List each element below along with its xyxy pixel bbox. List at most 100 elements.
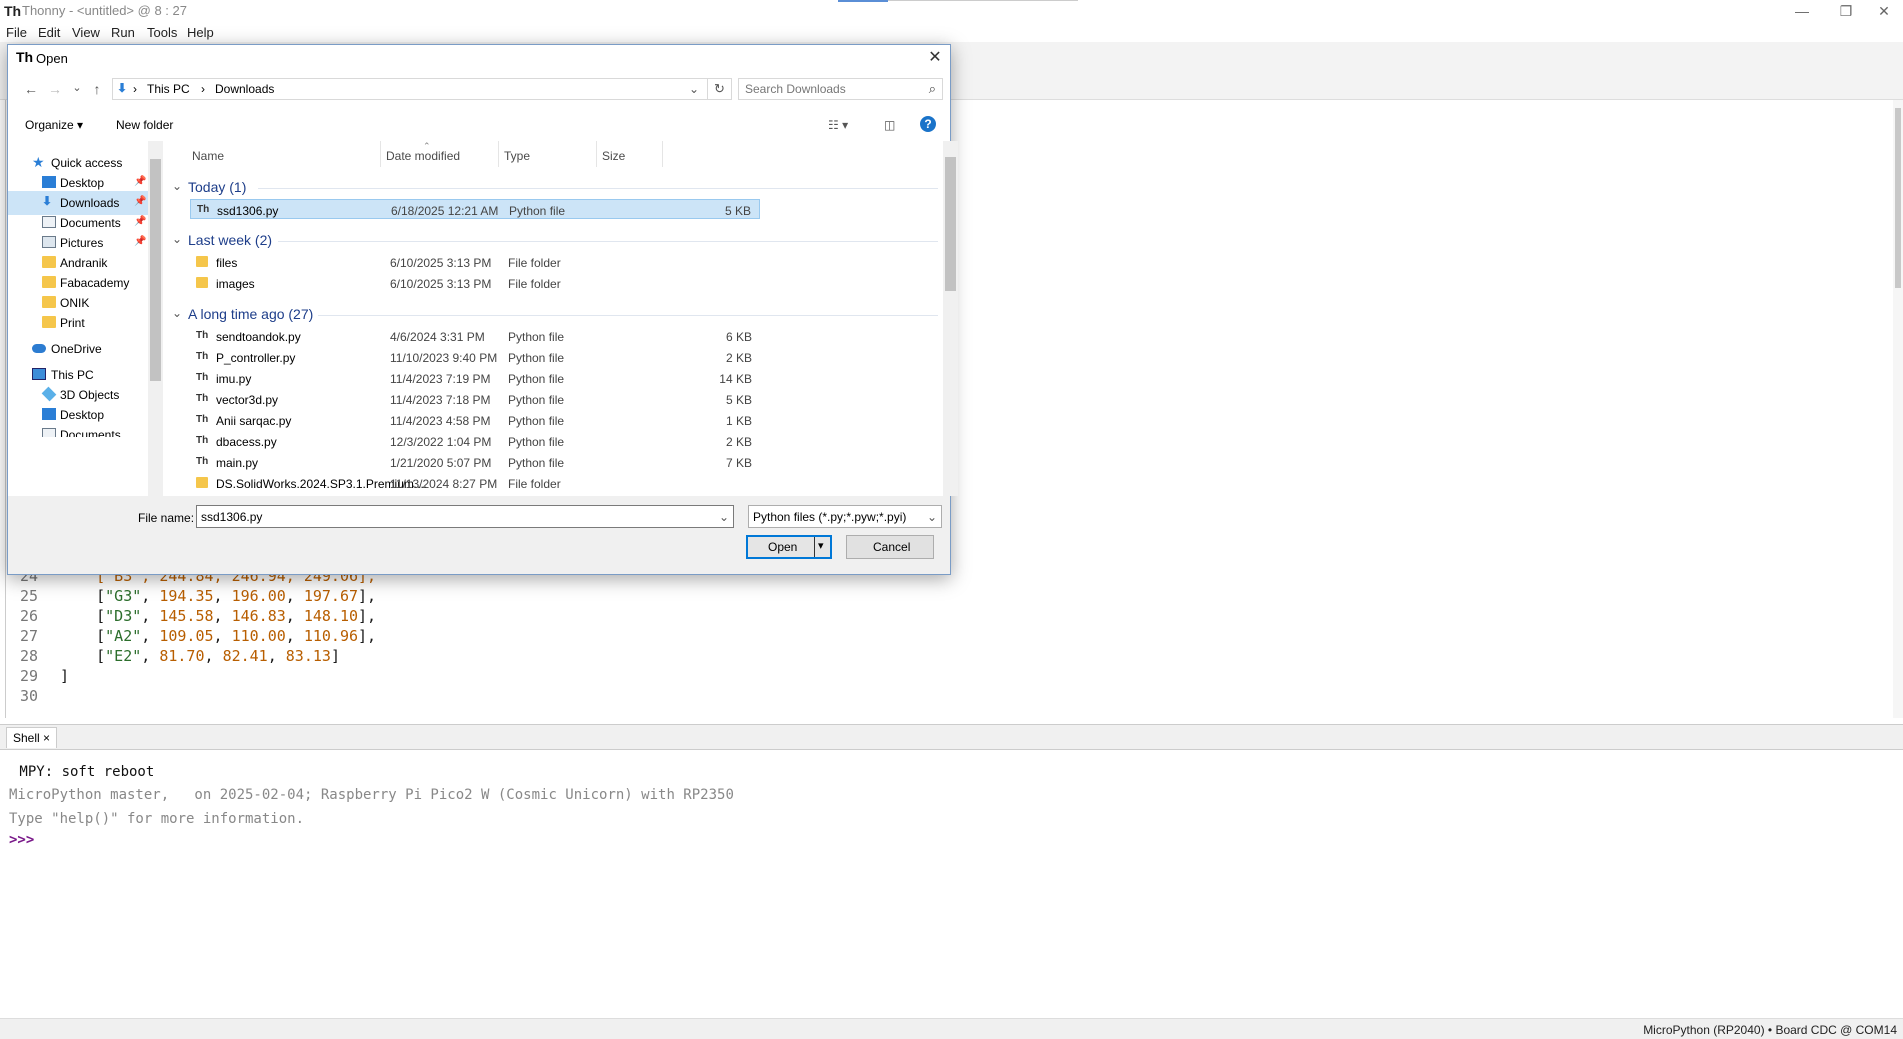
chevron-down-icon[interactable]: ⌄ bbox=[719, 510, 729, 524]
view-options-icon[interactable]: ☷ ▾ bbox=[828, 118, 848, 132]
menu-view[interactable]: View bbox=[72, 25, 100, 40]
column-header-size[interactable]: Size bbox=[602, 149, 625, 163]
file-row[interactable]: Th Anii sarqac.py 11/4/2023 4:58 PM Pyth… bbox=[190, 410, 760, 430]
help-icon[interactable]: ? bbox=[920, 116, 936, 132]
search-placeholder: Search Downloads bbox=[745, 82, 846, 96]
navigation-pane: ★ Quick access Desktop 📌 ⬇ Downloads 📌 D… bbox=[8, 141, 163, 496]
code-line: ] bbox=[60, 667, 70, 685]
dialog-close-button[interactable]: ✕ bbox=[922, 47, 948, 69]
nav-documents-pc[interactable]: Documents bbox=[8, 423, 148, 437]
menu-file[interactable]: File bbox=[6, 25, 27, 40]
thonny-dialog-icon: Th bbox=[16, 49, 34, 65]
nav-print[interactable]: Print bbox=[8, 311, 148, 335]
download-icon: ⬇ bbox=[42, 194, 53, 208]
file-row[interactable]: DS.SolidWorks.2024.SP3.1.Premium.... 11/… bbox=[190, 473, 760, 493]
new-folder-button[interactable]: New folder bbox=[116, 118, 173, 132]
folder-icon bbox=[196, 477, 208, 488]
breadcrumb-downloads[interactable]: Downloads bbox=[215, 82, 274, 96]
file-row[interactable]: Th P_controller.py 11/10/2023 9:40 PM Py… bbox=[190, 347, 760, 367]
file-list: Name ⌃ Date modified Type Size ⌄ Today (… bbox=[168, 141, 943, 496]
open-options-dropdown-icon[interactable]: ▾ bbox=[818, 539, 824, 552]
tab-divider bbox=[888, 0, 1078, 1]
command-bar: Organize ▾ New folder ☷ ▾ ◫ ? bbox=[8, 111, 950, 141]
file-name-label: File name: bbox=[138, 511, 195, 525]
pin-icon: 📌 bbox=[134, 236, 147, 247]
document-icon bbox=[42, 216, 56, 228]
thonny-app-icon: Th bbox=[4, 3, 22, 19]
shell-line: MicroPython master, on 2025-02-04; Raspb… bbox=[9, 787, 734, 803]
chevron-down-icon: ⌄ bbox=[926, 510, 937, 524]
cancel-button-label: Cancel bbox=[873, 540, 911, 554]
split-divider bbox=[814, 537, 815, 557]
python-file-icon: Th bbox=[196, 372, 209, 383]
code-line: ["G3", 194.35, 196.00, 197.67], bbox=[60, 587, 377, 605]
preview-pane-icon[interactable]: ◫ bbox=[884, 118, 895, 132]
pin-icon: 📌 bbox=[134, 196, 147, 207]
python-file-icon: Th bbox=[196, 435, 209, 446]
column-divider bbox=[380, 141, 381, 167]
code-line: ["A2", 109.05, 110.00, 110.96], bbox=[60, 627, 377, 645]
shell-console[interactable]: MPY: soft reboot MicroPython master, on … bbox=[5, 750, 1897, 1018]
column-header-name[interactable]: Name bbox=[192, 149, 224, 163]
menu-help[interactable]: Help bbox=[187, 25, 214, 40]
collapse-chevron-icon: ⌄ bbox=[172, 179, 183, 193]
menu-edit[interactable]: Edit bbox=[38, 25, 60, 40]
file-list-scrollbar-thumb[interactable] bbox=[945, 157, 956, 291]
column-header-type[interactable]: Type bbox=[504, 149, 530, 163]
nav-pane-scrollbar-thumb[interactable] bbox=[150, 159, 161, 381]
file-row[interactable]: files 6/10/2025 3:13 PM File folder bbox=[190, 252, 760, 272]
recent-locations-chevron-icon[interactable]: ⌄ bbox=[66, 81, 88, 99]
search-input[interactable]: Search Downloads ⌕ bbox=[738, 78, 943, 100]
breadcrumb-separator: › bbox=[133, 82, 137, 96]
breadcrumb-this-pc[interactable]: This PC bbox=[147, 82, 190, 96]
open-button[interactable]: Open ▾ bbox=[746, 535, 832, 559]
address-bar[interactable]: ⬇ › This PC › Downloads ⌄ bbox=[112, 78, 708, 100]
group-divider bbox=[278, 241, 938, 242]
column-divider bbox=[498, 141, 499, 167]
star-icon: ★ bbox=[32, 154, 45, 170]
file-row[interactable]: Th main.py 1/21/2020 5:07 PM Python file… bbox=[190, 452, 760, 472]
file-row[interactable]: Th ssd1306.py 6/18/2025 12:21 AM Python … bbox=[190, 199, 760, 219]
desktop-icon bbox=[42, 176, 56, 188]
nav-onedrive[interactable]: OneDrive bbox=[8, 337, 148, 361]
refresh-button[interactable]: ↻ bbox=[708, 78, 732, 100]
column-divider bbox=[596, 141, 597, 167]
collapse-chevron-icon: ⌄ bbox=[172, 306, 183, 320]
group-divider bbox=[258, 188, 938, 189]
file-row[interactable]: images 6/10/2025 3:13 PM File folder bbox=[190, 273, 760, 293]
file-name-value: ssd1306.py bbox=[201, 510, 263, 524]
line-number: 27 bbox=[20, 627, 39, 645]
minimize-button[interactable]: — bbox=[1780, 0, 1824, 22]
menu-tools[interactable]: Tools bbox=[147, 25, 177, 40]
file-type-select[interactable]: Python files (*.py;*.pyw;*.pyi) ⌄ bbox=[748, 505, 942, 528]
cancel-button[interactable]: Cancel bbox=[846, 535, 934, 559]
window-titlebar: Th Thonny - <untitled> @ 8 : 27 — ❐ ✕ bbox=[0, 0, 1903, 22]
address-dropdown-icon[interactable]: ⌄ bbox=[689, 82, 699, 96]
column-header-date[interactable]: Date modified bbox=[386, 149, 460, 163]
close-window-button[interactable]: ✕ bbox=[1862, 0, 1903, 22]
forward-arrow-icon[interactable]: → bbox=[44, 81, 66, 99]
line-number: 28 bbox=[20, 647, 39, 665]
search-icon: ⌕ bbox=[928, 81, 936, 96]
organize-button[interactable]: Organize ▾ bbox=[25, 118, 83, 132]
collapse-chevron-icon: ⌄ bbox=[172, 232, 183, 246]
menubar: File Edit View Run Tools Help bbox=[0, 22, 1903, 42]
file-name-input[interactable]: ssd1306.py ⌄ bbox=[196, 505, 734, 528]
menu-run[interactable]: Run bbox=[111, 25, 135, 40]
tab-shell[interactable]: Shell × bbox=[6, 727, 58, 748]
up-arrow-icon[interactable]: ↑ bbox=[86, 81, 108, 99]
editor-scrollbar-thumb[interactable] bbox=[1895, 108, 1901, 288]
file-row[interactable]: Th vector3d.py 11/4/2023 7:18 PM Python … bbox=[190, 389, 760, 409]
download-arrow-icon: ⬇ bbox=[117, 81, 128, 95]
open-button-label: Open bbox=[768, 540, 798, 554]
back-arrow-icon[interactable]: ← bbox=[20, 81, 42, 99]
backend-status[interactable]: MicroPython (RP2040) • Board CDC @ COM14 bbox=[1643, 1023, 1897, 1037]
python-file-icon: Th bbox=[196, 351, 209, 362]
cube-icon bbox=[41, 386, 57, 402]
folder-icon bbox=[42, 296, 56, 308]
file-row[interactable]: Th imu.py 11/4/2023 7:19 PM Python file … bbox=[190, 368, 760, 388]
file-row[interactable]: Th dbacess.py 12/3/2022 1:04 PM Python f… bbox=[190, 431, 760, 451]
file-row[interactable]: Th sendtoandok.py 4/6/2024 3:31 PM Pytho… bbox=[190, 326, 760, 346]
dialog-footer: File name: ssd1306.py ⌄ Python files (*.… bbox=[8, 496, 950, 574]
file-type-value: Python files (*.py;*.pyw;*.pyi) bbox=[753, 510, 907, 524]
